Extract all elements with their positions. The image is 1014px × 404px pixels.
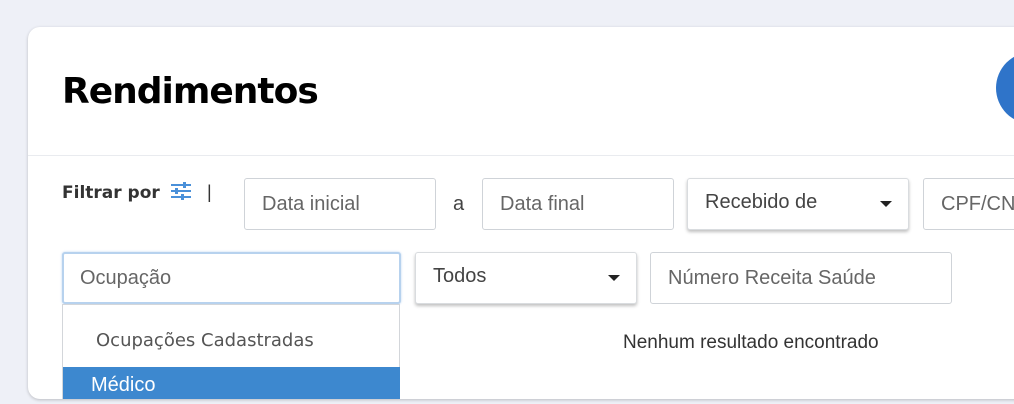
divider (28, 155, 1014, 156)
receipt-number-input[interactable] (650, 252, 952, 304)
chevron-down-icon (608, 275, 620, 281)
occupation-input[interactable] (62, 252, 401, 304)
income-card: Rendimentos Filtrar por | a Recebido de … (28, 27, 1014, 399)
chevron-down-icon (880, 201, 892, 207)
date-end-input[interactable] (482, 178, 674, 230)
date-range-connector: a (453, 193, 465, 215)
occupation-dropdown: Ocupações Cadastradas Médico (62, 304, 400, 399)
filter-separator: | (207, 182, 212, 202)
date-start-input[interactable] (244, 178, 436, 230)
page-title: Rendimentos (62, 71, 319, 112)
dropdown-option-medico[interactable]: Médico (63, 367, 400, 399)
filter-label: Filtrar por (62, 183, 160, 203)
sliders-icon[interactable] (170, 181, 192, 201)
cpf-input[interactable] (923, 178, 1014, 230)
status-select[interactable]: Todos (415, 252, 637, 304)
add-button[interactable] (996, 52, 1014, 124)
received-from-value: Recebido de (705, 191, 818, 213)
status-value: Todos (433, 265, 487, 287)
dropdown-header: Ocupações Cadastradas (96, 330, 314, 351)
received-from-select[interactable]: Recebido de (687, 178, 909, 230)
empty-results-message: Nenhum resultado encontrado (623, 332, 879, 353)
